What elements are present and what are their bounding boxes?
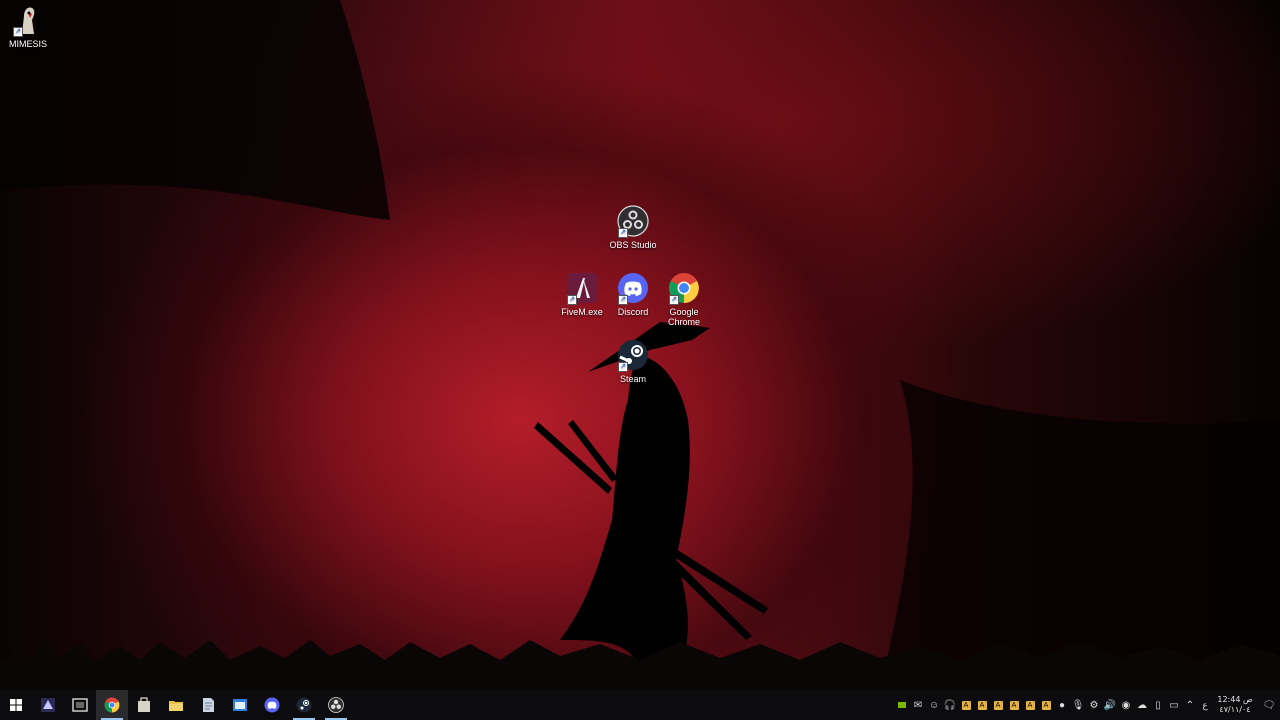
dark-smoke — [0, 0, 390, 220]
shortcut-arrow-icon: ↗ — [669, 295, 679, 305]
taskbar-app-store[interactable] — [128, 690, 160, 720]
settings-tray-icon[interactable]: ⚙ — [1086, 690, 1102, 720]
discord-icon: ↗ — [617, 272, 649, 305]
desktop-icon-label: Discord — [617, 307, 649, 317]
clock-time: 12:44 ص — [1217, 695, 1253, 704]
cloud-icon[interactable]: ☁ — [1134, 690, 1150, 720]
desktop-icon-label: OBS Studio — [609, 240, 657, 250]
discord-icon — [264, 697, 280, 713]
show-hidden-icons-icon[interactable]: ⌃ — [1182, 690, 1198, 720]
notification-center-icon[interactable]: 🗨 — [1258, 690, 1280, 720]
shortcut-arrow-icon: ↗ — [567, 295, 577, 305]
desktop-icon-steam[interactable]: ↗ Steam — [605, 339, 661, 384]
desktop-icon-label: MIMESIS — [8, 39, 47, 49]
shortcut-arrow-icon: ↗ — [618, 362, 628, 372]
fivem-icon: ↗ — [566, 272, 598, 305]
steam-icon: ↗ — [617, 339, 649, 372]
shortcut-arrow-icon: ↗ — [618, 295, 628, 305]
taskbar-app-document[interactable] — [192, 690, 224, 720]
desktop-icon-mimesis[interactable]: ↗ MIMESIS — [0, 4, 56, 49]
language-indicator[interactable]: ع — [1198, 700, 1212, 711]
mail-icon[interactable]: ✉ — [910, 690, 926, 720]
taskbar-app-chrome[interactable] — [96, 690, 128, 720]
samurai-body — [560, 355, 690, 668]
taskbar: ✉ ☺ 🎧 A A A A A A ● 🎙 ⚙ 🔊 ◉ ☁ ▯ ▭ ⌃ ع 12… — [0, 690, 1280, 720]
shortcut-arrow-icon: ↗ — [618, 228, 628, 238]
app-tray-icon-2[interactable]: A — [974, 690, 990, 720]
obs-tray-icon[interactable]: ● — [1054, 690, 1070, 720]
desktop-icon-label: Google Chrome — [667, 307, 700, 327]
battery-icon[interactable]: ▯ — [1150, 690, 1166, 720]
taskbar-app-discord[interactable] — [256, 690, 288, 720]
steam-icon — [296, 697, 312, 713]
desktop-icon-label: FiveM.exe — [561, 307, 603, 317]
mimesis-icon: ↗ — [12, 4, 44, 37]
chrome-icon: ↗ — [668, 272, 700, 305]
desktop-icon-discord[interactable]: ↗ Discord — [605, 272, 661, 317]
start-icon — [10, 699, 22, 711]
screen-capture-icon — [72, 698, 88, 712]
clock[interactable]: 12:44 ص ٤٧/١١/٠٤ — [1212, 695, 1258, 715]
app-tray-icon-1[interactable]: A — [958, 690, 974, 720]
unknown-app-icon — [41, 698, 55, 712]
taskbar-app-file-explorer[interactable] — [160, 690, 192, 720]
nvidia-icon[interactable] — [894, 690, 910, 720]
start-button[interactable] — [0, 690, 32, 720]
discord-tray-icon[interactable]: ☺ — [926, 690, 942, 720]
shortcut-arrow-icon: ↗ — [13, 27, 23, 37]
taskbar-app-1[interactable] — [32, 690, 64, 720]
app-tray-icon-5[interactable]: A — [1022, 690, 1038, 720]
system-tray: ✉ ☺ 🎧 A A A A A A ● 🎙 ⚙ 🔊 ◉ ☁ ▯ ▭ ⌃ ع 12… — [894, 690, 1280, 720]
app-tray-icon-4[interactable]: A — [1006, 690, 1022, 720]
document-icon — [203, 698, 214, 712]
taskbar-app-steam[interactable] — [288, 690, 320, 720]
app-tray-icon-6[interactable]: A — [1038, 690, 1054, 720]
taskbar-app-screen-capture[interactable] — [64, 690, 96, 720]
steam-tray-icon[interactable]: ◉ — [1118, 690, 1134, 720]
taskbar-app-obs[interactable] — [320, 690, 352, 720]
desktop-icon-google-chrome[interactable]: ↗ Google Chrome — [656, 272, 712, 327]
desktop-icon-label: Steam — [619, 374, 646, 384]
store-icon — [138, 697, 150, 712]
file-explorer-icon — [169, 701, 183, 711]
desktop-icon-fivem[interactable]: ↗ FiveM.exe — [554, 272, 610, 317]
app-tray-icon-3[interactable]: A — [990, 690, 1006, 720]
headphones-icon[interactable]: 🎧 — [942, 690, 958, 720]
microphone-icon[interactable]: 🎙 — [1070, 690, 1086, 720]
chrome-icon — [104, 697, 120, 713]
desktop[interactable]: ↗ MIMESIS ↗ OBS Studio ↗ FiveM.exe ↗ Dis… — [0, 0, 1280, 690]
obs-icon: ↗ — [617, 205, 649, 238]
network-icon[interactable]: ▭ — [1166, 690, 1182, 720]
taskbar-app-window[interactable] — [224, 690, 256, 720]
window-app-icon — [233, 699, 247, 711]
desktop-icon-obs-studio[interactable]: ↗ OBS Studio — [605, 205, 661, 250]
volume-icon[interactable]: 🔊 — [1102, 690, 1118, 720]
clock-date: ٤٧/١١/٠٤ — [1219, 705, 1251, 714]
obs-icon — [328, 697, 344, 713]
